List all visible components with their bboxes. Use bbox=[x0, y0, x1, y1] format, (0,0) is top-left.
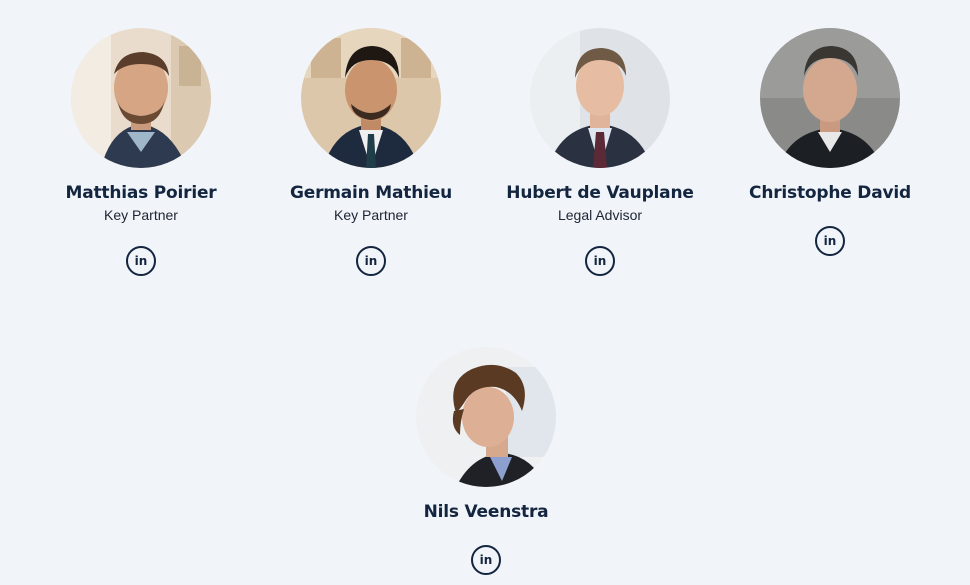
avatar bbox=[301, 28, 441, 168]
team-member-card: Nils Veenstra in bbox=[376, 347, 596, 575]
member-role: Legal Advisor bbox=[557, 207, 643, 223]
team-member-card: Matthias Poirier Key Partner in bbox=[31, 28, 251, 276]
portrait-photo bbox=[416, 347, 556, 487]
linkedin-icon[interactable]: in bbox=[585, 246, 615, 276]
portrait-photo bbox=[301, 28, 441, 168]
linkedin-icon[interactable]: in bbox=[126, 246, 156, 276]
team-member-card: Christophe David in bbox=[720, 28, 940, 256]
member-name: Germain Mathieu bbox=[290, 183, 452, 203]
member-role: Key Partner bbox=[334, 207, 408, 223]
member-name: Hubert de Vauplane bbox=[506, 183, 694, 203]
linkedin-icon[interactable]: in bbox=[471, 545, 501, 575]
avatar bbox=[530, 28, 670, 168]
portrait-photo bbox=[530, 28, 670, 168]
avatar bbox=[416, 347, 556, 487]
member-name: Christophe David bbox=[749, 183, 911, 203]
linkedin-icon[interactable]: in bbox=[815, 226, 845, 256]
linkedin-icon[interactable]: in bbox=[356, 246, 386, 276]
team-member-card: Hubert de Vauplane Legal Advisor in bbox=[490, 28, 710, 276]
avatar bbox=[71, 28, 211, 168]
member-name: Matthias Poirier bbox=[65, 183, 217, 203]
avatar bbox=[760, 28, 900, 168]
team-section: Matthias Poirier Key Partner in Germain … bbox=[0, 0, 970, 585]
member-name: Nils Veenstra bbox=[423, 502, 549, 522]
member-role: Key Partner bbox=[104, 207, 178, 223]
portrait-photo bbox=[760, 28, 900, 168]
portrait-photo bbox=[71, 28, 211, 168]
team-member-card: Germain Mathieu Key Partner in bbox=[261, 28, 481, 276]
